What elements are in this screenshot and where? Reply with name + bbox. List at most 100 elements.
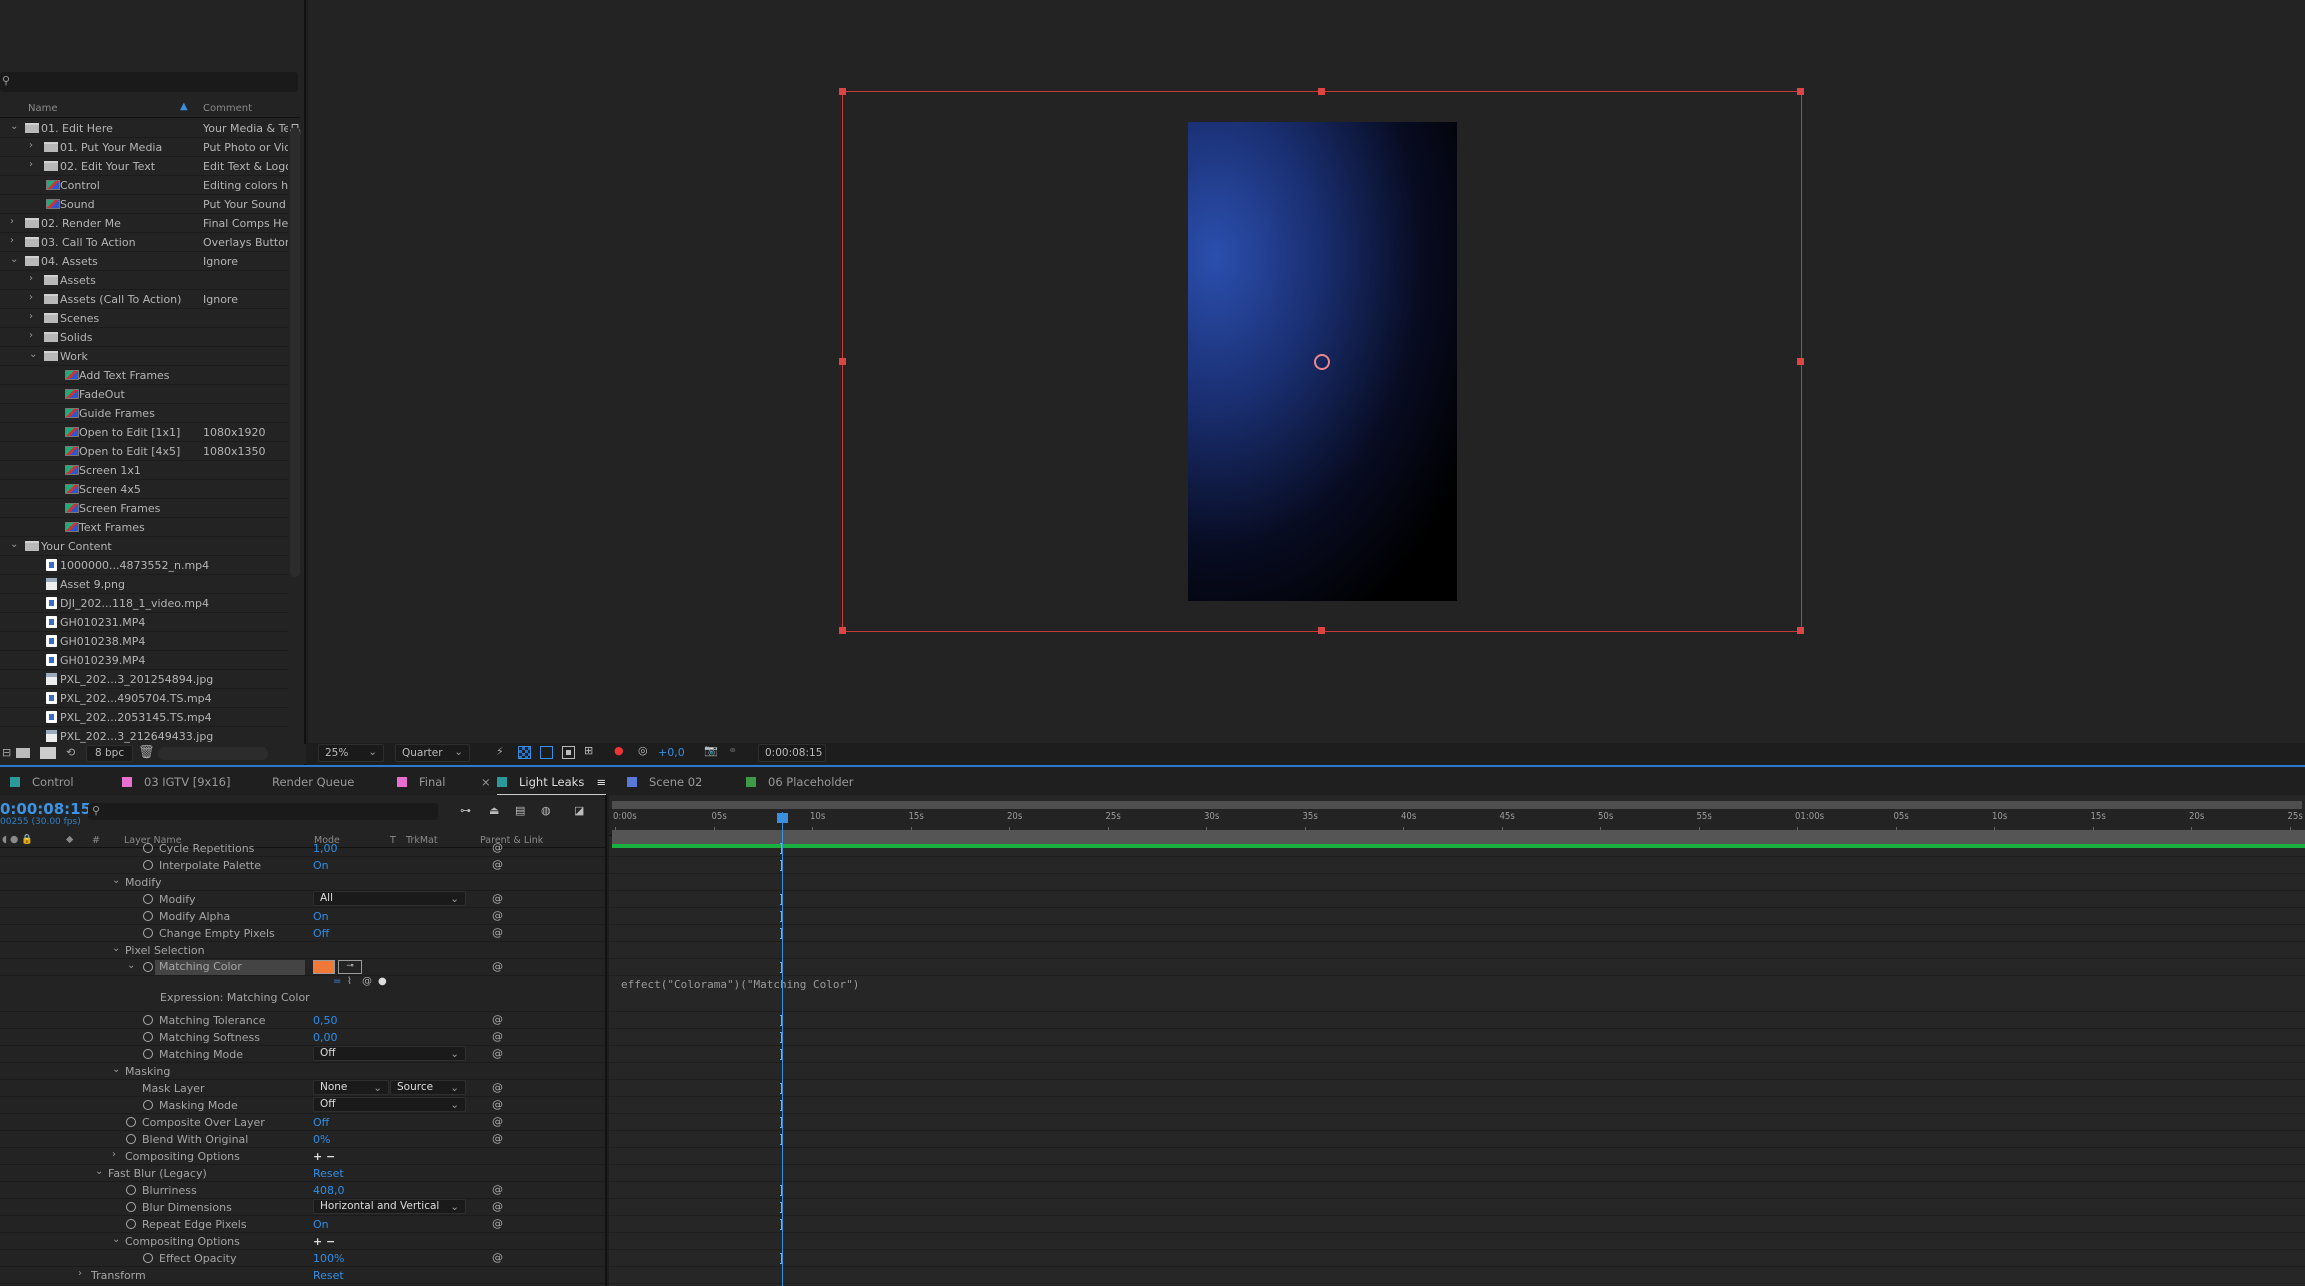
property-row[interactable]: Cycle Repetitions 1,00 @ bbox=[0, 840, 605, 857]
project-item[interactable]: › Scenes bbox=[0, 309, 288, 328]
project-item[interactable]: Screen 4x5 bbox=[0, 480, 288, 499]
tab-light-leaks[interactable]: Light Leaks ≡ bbox=[497, 775, 606, 796]
project-item[interactable]: ⌄ Your Content bbox=[0, 537, 288, 556]
panel-menu-icon[interactable]: ≡ bbox=[596, 775, 606, 789]
track-row[interactable] bbox=[609, 1199, 2305, 1216]
anchor-point-icon[interactable] bbox=[1314, 354, 1330, 370]
color-management-icon[interactable]: ◎ bbox=[638, 744, 648, 757]
project-item[interactable]: › Solids bbox=[0, 328, 288, 347]
project-item[interactable]: GH010238.MP4 bbox=[0, 632, 288, 651]
project-item[interactable]: › 02. Render Me Final Comps Here bbox=[0, 214, 288, 233]
track-row[interactable] bbox=[609, 891, 2305, 908]
eyedropper-icon[interactable]: ⊸ bbox=[338, 960, 362, 974]
property-row[interactable]: › Compositing Options + − bbox=[0, 1148, 605, 1165]
chevron-right-icon[interactable]: › bbox=[10, 216, 14, 227]
property-dropdown[interactable]: Off ⌄ bbox=[313, 1046, 466, 1061]
property-row[interactable]: Blur Dimensions Horizontal and Vertical ⌄ @ bbox=[0, 1199, 605, 1216]
pickwhip-icon[interactable]: @ bbox=[492, 1200, 503, 1213]
property-row[interactable]: Masking Mode Off ⌄ @ bbox=[0, 1097, 605, 1114]
timeline-search-input[interactable]: ⚲ bbox=[88, 803, 438, 820]
track-row[interactable] bbox=[609, 874, 2305, 891]
project-scrollbar[interactable] bbox=[290, 127, 300, 577]
close-tab-icon[interactable]: × bbox=[481, 775, 491, 789]
chevron-down-icon[interactable]: ⌄ bbox=[10, 254, 18, 265]
current-time-indicator-handle[interactable] bbox=[777, 813, 789, 823]
chevron-down-icon[interactable]: ⌄ bbox=[10, 121, 18, 132]
project-item[interactable]: PXL_202...2053145.TS.mp4 bbox=[0, 708, 288, 727]
snapshot-icon[interactable]: 📷 bbox=[704, 744, 718, 757]
pickwhip-icon[interactable]: @ bbox=[492, 1081, 503, 1094]
track-row[interactable] bbox=[609, 959, 2305, 976]
track-row[interactable] bbox=[609, 1148, 2305, 1165]
composition-mini-flowchart-icon[interactable]: ⊶ bbox=[460, 804, 471, 817]
project-search-input[interactable]: ⚲ bbox=[0, 72, 298, 92]
tab-control[interactable]: Control bbox=[10, 775, 74, 789]
pickwhip-icon[interactable]: @ bbox=[492, 926, 503, 939]
track-row[interactable] bbox=[609, 1267, 2305, 1284]
track-row[interactable] bbox=[609, 925, 2305, 942]
property-row[interactable]: Modify Alpha On @ bbox=[0, 908, 605, 925]
track-row[interactable] bbox=[609, 1233, 2305, 1250]
chevron-right-icon[interactable]: › bbox=[78, 1268, 82, 1279]
property-row[interactable]: Interpolate Palette On @ bbox=[0, 857, 605, 874]
project-item[interactable]: GH010231.MP4 bbox=[0, 613, 288, 632]
color-swatch[interactable] bbox=[313, 960, 335, 974]
expression-menu-icon[interactable]: ● bbox=[378, 976, 387, 987]
project-item[interactable]: Asset 9.png bbox=[0, 575, 288, 594]
interpret-footage-icon[interactable]: ⊟ bbox=[2, 746, 11, 759]
track-row[interactable] bbox=[609, 1114, 2305, 1131]
stopwatch-icon[interactable] bbox=[143, 1100, 153, 1110]
pickwhip-icon[interactable]: @ bbox=[492, 1115, 503, 1128]
pickwhip-icon[interactable]: @ bbox=[492, 909, 503, 922]
property-row[interactable]: ⌄ Modify bbox=[0, 874, 605, 891]
stopwatch-icon[interactable] bbox=[126, 1117, 136, 1127]
project-item[interactable]: Open to Edit [4x5] 1080x1350 bbox=[0, 442, 288, 461]
property-row[interactable]: Effect Opacity 100% @ bbox=[0, 1250, 605, 1267]
tab-03-igtv[interactable]: 03 IGTV [9x16] bbox=[122, 775, 230, 789]
track-row[interactable] bbox=[609, 1216, 2305, 1233]
project-item[interactable]: GH010239.MP4 bbox=[0, 651, 288, 670]
stopwatch-icon[interactable] bbox=[143, 860, 153, 870]
pickwhip-icon[interactable]: @ bbox=[492, 1047, 503, 1060]
project-item[interactable]: ⌄ 01. Edit Here Your Media & Text bbox=[0, 119, 288, 138]
property-value[interactable]: 0,00 bbox=[313, 1031, 338, 1044]
pickwhip-icon[interactable]: @ bbox=[492, 1251, 503, 1264]
stopwatch-icon[interactable] bbox=[143, 843, 153, 853]
property-row[interactable]: Modify All ⌄ @ bbox=[0, 891, 605, 908]
property-dropdown[interactable]: Horizontal and Vertical ⌄ bbox=[313, 1199, 466, 1214]
project-item[interactable]: Add Text Frames bbox=[0, 366, 288, 385]
project-item[interactable]: Sound Put Your Sound bbox=[0, 195, 288, 214]
project-item[interactable]: Control Editing colors here bbox=[0, 176, 288, 195]
property-value[interactable]: Off bbox=[313, 1116, 329, 1129]
property-value[interactable]: On bbox=[313, 1218, 329, 1231]
transparency-grid-icon[interactable] bbox=[518, 746, 531, 759]
property-dropdown[interactable]: All ⌄ bbox=[313, 891, 466, 906]
expression-enable-icon[interactable]: = bbox=[333, 976, 341, 987]
property-dropdown[interactable]: Off ⌄ bbox=[313, 1097, 466, 1112]
project-item[interactable]: Screen Frames bbox=[0, 499, 288, 518]
property-row[interactable]: Matching Softness 0,00 @ bbox=[0, 1029, 605, 1046]
track-row[interactable] bbox=[609, 1097, 2305, 1114]
tab-final[interactable]: Final bbox=[397, 775, 446, 789]
property-value[interactable]: 0% bbox=[313, 1133, 330, 1146]
project-item[interactable]: ⌄ Work bbox=[0, 347, 288, 366]
track-row[interactable] bbox=[609, 1029, 2305, 1046]
project-item[interactable]: › 03. Call To Action Overlays Buttons bbox=[0, 233, 288, 252]
property-value[interactable]: On bbox=[313, 910, 329, 923]
mask-layer-dropdown[interactable]: None ⌄ bbox=[313, 1080, 389, 1095]
chevron-down-icon[interactable]: ⌄ bbox=[127, 960, 135, 971]
project-item[interactable]: PXL_202...3_201254894.jpg bbox=[0, 670, 288, 689]
property-row[interactable]: Mask Layer None ⌄ Source ⌄ @ bbox=[0, 1080, 605, 1097]
pickwhip-icon[interactable]: @ bbox=[492, 1013, 503, 1026]
add-remove-buttons[interactable]: + − bbox=[313, 1150, 335, 1163]
tab-render-queue[interactable]: Render Queue bbox=[272, 775, 354, 789]
track-row[interactable] bbox=[609, 1012, 2305, 1029]
stopwatch-icon[interactable] bbox=[143, 928, 153, 938]
guides-icon[interactable]: ⊞ bbox=[584, 744, 593, 757]
property-value[interactable]: 408,0 bbox=[313, 1184, 345, 1197]
stopwatch-icon[interactable] bbox=[143, 911, 153, 921]
pickwhip-icon[interactable]: @ bbox=[492, 858, 503, 871]
property-row[interactable]: Matching Mode Off ⌄ @ bbox=[0, 1046, 605, 1063]
bpc-button[interactable]: 8 bpc bbox=[86, 745, 134, 762]
track-row[interactable] bbox=[609, 1165, 2305, 1182]
